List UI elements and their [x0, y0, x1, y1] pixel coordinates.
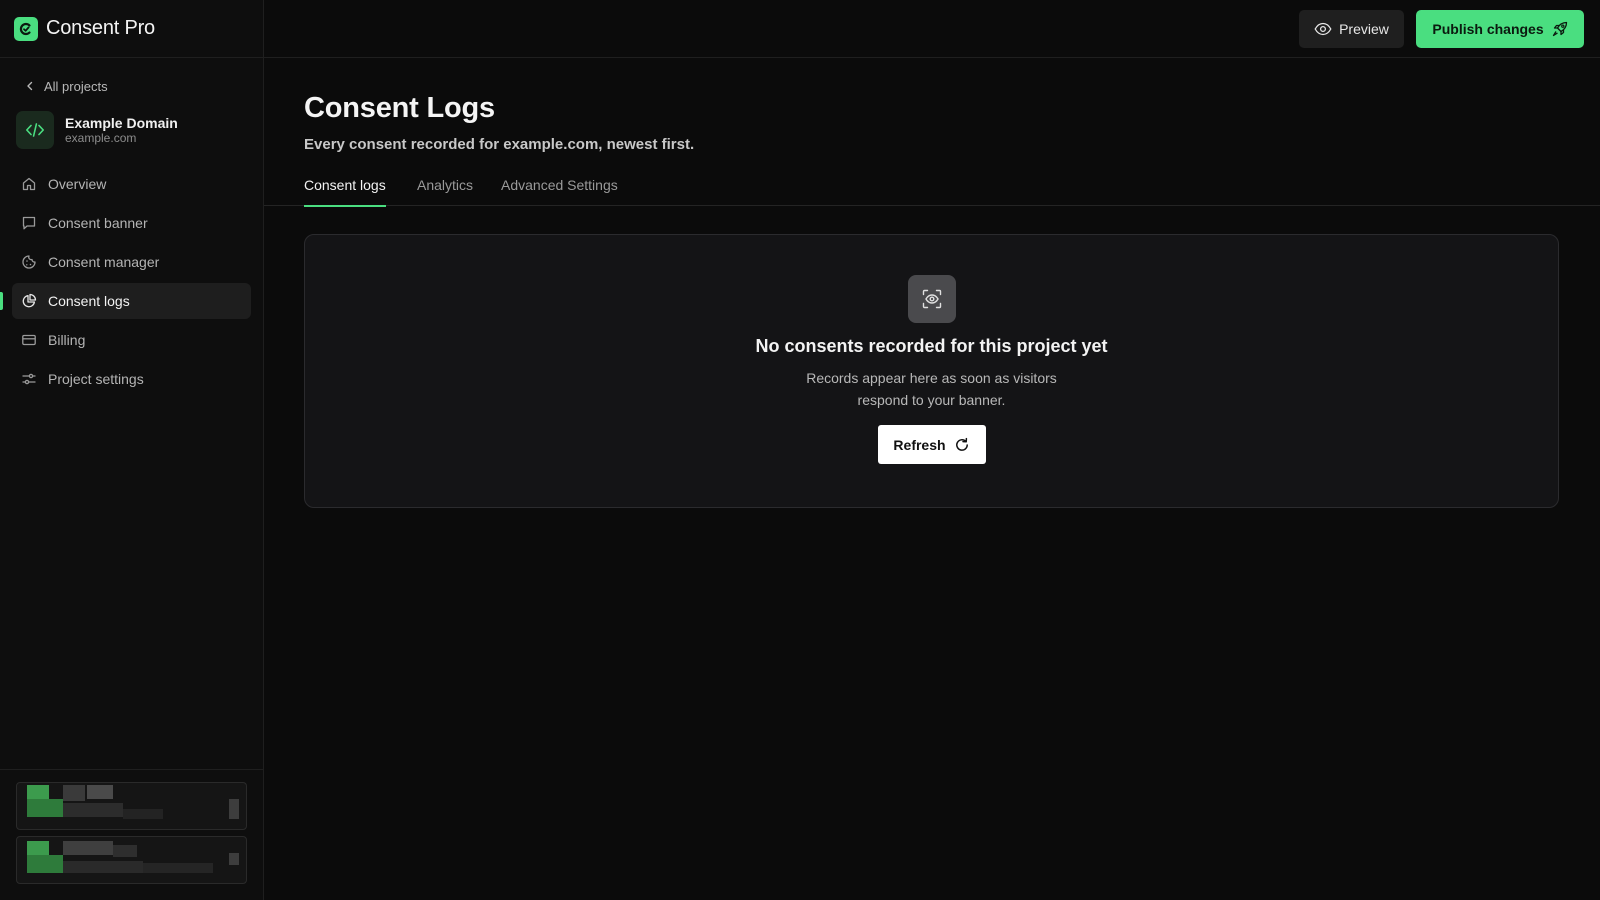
tab-analytics[interactable]: Analytics	[417, 164, 473, 206]
sliders-icon	[20, 370, 38, 388]
sidebar-item-label: Consent manager	[48, 254, 160, 270]
sidebar-nav: Overview Consent banner Consent manager	[0, 166, 263, 397]
empty-state-title: No consents recorded for this project ye…	[755, 336, 1108, 356]
sidebar: Consent Pro All projects Example Domain …	[0, 0, 264, 900]
redacted-pixel	[63, 803, 123, 817]
publish-label: Publish changes	[1432, 21, 1544, 37]
redacted-pixel	[143, 863, 213, 873]
page-title: Consent Logs	[304, 92, 495, 124]
redacted-pixel	[63, 785, 85, 801]
project-switcher[interactable]: Example Domain example.com	[16, 110, 263, 150]
redacted-pixel	[229, 799, 239, 819]
rocket-icon	[1552, 21, 1568, 37]
page-subtitle: Every consent recorded for example.com, …	[304, 136, 695, 153]
cookie-icon	[20, 253, 38, 271]
redacted-pixel	[27, 785, 49, 799]
redacted-card[interactable]	[16, 782, 247, 830]
consent-pro-logo-icon	[14, 16, 38, 41]
brand-name: Consent Pro	[46, 17, 155, 39]
redacted-pixel	[63, 861, 143, 873]
eye-icon	[1314, 22, 1332, 36]
sidebar-item-consent-banner[interactable]: Consent banner	[12, 205, 251, 241]
redacted-pixel	[27, 799, 63, 817]
scan-eye-icon	[907, 275, 956, 323]
all-projects-label: All projects	[44, 78, 108, 94]
publish-changes-button[interactable]: Publish changes	[1416, 10, 1584, 48]
credit-card-icon	[20, 331, 38, 349]
chevron-left-icon	[24, 80, 36, 92]
project-name: Example Domain	[65, 115, 178, 131]
project-url: example.com	[65, 131, 137, 145]
sidebar-item-label: Consent banner	[48, 215, 148, 231]
redacted-pixel	[63, 841, 113, 855]
sidebar-footer	[0, 769, 263, 900]
sidebar-item-overview[interactable]: Overview	[12, 166, 251, 202]
sidebar-item-label: Project settings	[48, 371, 144, 387]
preview-button[interactable]: Preview	[1299, 10, 1404, 48]
tab-bar: Consent logs Analytics Advanced Settings	[264, 164, 1600, 207]
redacted-pixel	[87, 785, 113, 799]
brand[interactable]: Consent Pro	[0, 0, 263, 58]
tab-advanced-settings[interactable]: Advanced Settings	[501, 164, 618, 206]
redacted-card[interactable]	[16, 836, 247, 884]
sidebar-item-consent-logs[interactable]: Consent logs	[0, 283, 251, 319]
redacted-pixel	[27, 855, 63, 873]
redacted-pixel	[229, 853, 239, 865]
refresh-label: Refresh	[893, 436, 946, 453]
redacted-pixel	[113, 845, 137, 857]
refresh-icon	[954, 437, 970, 453]
home-icon	[20, 175, 38, 193]
sidebar-item-label: Overview	[48, 176, 107, 192]
code-icon	[16, 111, 54, 149]
refresh-button[interactable]: Refresh	[877, 425, 986, 464]
empty-state-description: Records appear here as soon as visitors …	[806, 370, 1057, 408]
sidebar-item-project-settings[interactable]: Project settings	[12, 361, 251, 397]
preview-label: Preview	[1339, 21, 1389, 37]
sidebar-item-label: Billing	[48, 332, 86, 348]
tab-consent-logs[interactable]: Consent logs	[304, 164, 386, 207]
all-projects-link[interactable]: All projects	[24, 76, 134, 96]
pie-chart-icon	[20, 292, 38, 310]
chat-bubble-icon	[20, 214, 38, 232]
sidebar-item-billing[interactable]: Billing	[12, 322, 251, 358]
empty-state-card: No consents recorded for this project ye…	[304, 234, 1559, 508]
top-bar: Preview Publish changes	[264, 0, 1600, 58]
sidebar-item-consent-manager[interactable]: Consent manager	[12, 244, 251, 280]
redacted-pixel	[123, 809, 163, 819]
redacted-pixel	[27, 841, 49, 855]
sidebar-item-label: Consent logs	[48, 293, 130, 309]
main-content: Consent Logs Every consent recorded for …	[264, 58, 1600, 900]
